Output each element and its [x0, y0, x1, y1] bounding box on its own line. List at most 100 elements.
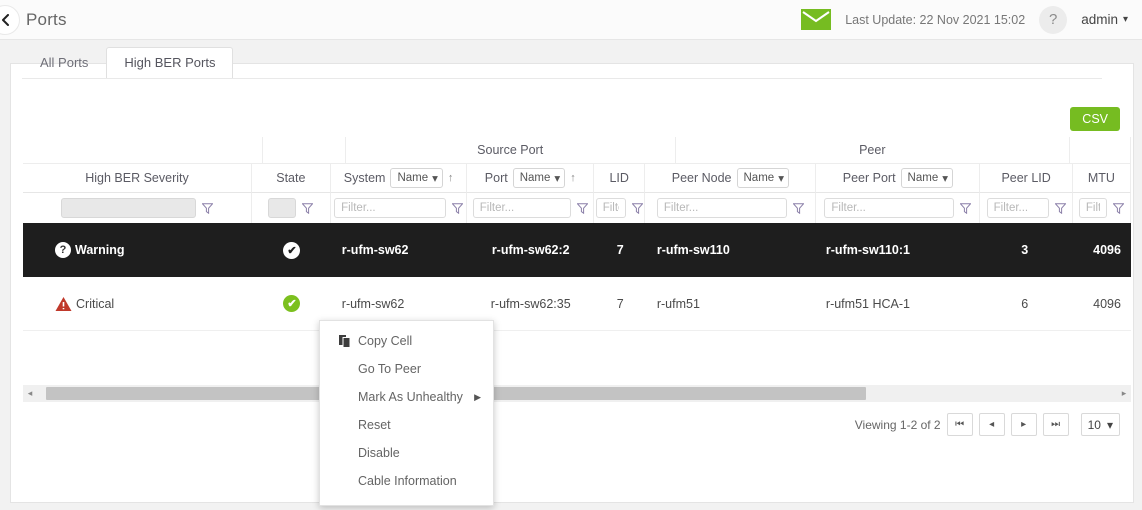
- filter-funnel-icon[interactable]: [202, 203, 213, 214]
- column-header-mtu[interactable]: MTU: [1073, 164, 1131, 193]
- page-size-select[interactable]: 10 ▾: [1081, 413, 1120, 436]
- next-page-button[interactable]: ▸: [1011, 413, 1037, 436]
- scroll-left-arrow-icon[interactable]: ◂: [23, 388, 37, 399]
- cell-peer-node[interactable]: r-ufm-sw110: [647, 223, 816, 277]
- scrollbar-track[interactable]: [37, 387, 1117, 400]
- severity-label: Warning: [75, 243, 125, 257]
- context-menu-item-disable[interactable]: Disable: [320, 439, 493, 467]
- cell-peer-port[interactable]: r-ufm-sw110:1: [816, 223, 978, 277]
- filter-input-peer-node[interactable]: [657, 198, 787, 218]
- column-header-peer-port[interactable]: Peer Port Name▾: [816, 164, 980, 193]
- group-header-cell: [1070, 137, 1131, 164]
- warning-triangle-icon: [55, 296, 72, 312]
- filter-funnel-icon[interactable]: [632, 203, 643, 214]
- filter-funnel-icon[interactable]: [960, 203, 971, 214]
- filter-input-peer-lid[interactable]: [987, 198, 1049, 218]
- column-header-peer-node[interactable]: Peer Node Name▾: [645, 164, 816, 193]
- tab-high-ber-ports[interactable]: High BER Ports: [106, 47, 233, 79]
- cell-high-ber-severity[interactable]: ?Warning: [23, 223, 252, 277]
- horizontal-scrollbar[interactable]: ◂ ▸: [23, 385, 1131, 402]
- cell-mtu[interactable]: 4096: [1071, 223, 1131, 277]
- row-context-menu: Copy Cell Go To PeerMark As Unhealthy▶ Res…: [319, 320, 494, 506]
- context-menu-item-copy-cell[interactable]: Copy Cell: [320, 327, 493, 355]
- context-menu-item-mark-as-unhealthy[interactable]: Mark As Unhealthy▶: [320, 383, 493, 411]
- chevron-down-icon: ▾: [778, 171, 784, 185]
- header-actions: Last Update: 22 Nov 2021 15:02 ? admin ▾: [801, 6, 1142, 34]
- filter-funnel-icon[interactable]: [577, 203, 588, 214]
- filter-funnel-icon[interactable]: [1113, 203, 1124, 214]
- cell-peer-node[interactable]: r-ufm51: [647, 277, 816, 331]
- column-header-label: Peer Node: [672, 171, 732, 185]
- envelope-icon[interactable]: [801, 9, 831, 30]
- column-header-lid[interactable]: LID: [594, 164, 645, 193]
- page-size-value: 10: [1088, 418, 1101, 432]
- column-mode-select[interactable]: Name▾: [390, 168, 442, 188]
- sort-ascending-icon[interactable]: ↑: [448, 172, 454, 184]
- tab-all-ports[interactable]: All Ports: [22, 47, 106, 79]
- sidebar-collapse-button[interactable]: [0, 5, 20, 35]
- column-mode-select[interactable]: Name▾: [737, 168, 789, 188]
- column-header-peer-lid[interactable]: Peer LID: [980, 164, 1072, 193]
- severity-badge: ?Warning: [55, 242, 125, 258]
- first-page-button[interactable]: ⏮: [947, 413, 973, 436]
- cell-mtu[interactable]: 4096: [1071, 277, 1131, 331]
- filter-funnel-icon[interactable]: [793, 203, 804, 214]
- cell-high-ber-severity[interactable]: Critical: [23, 277, 252, 331]
- column-mode-select[interactable]: Name▾: [901, 168, 953, 188]
- cell-lid[interactable]: 7: [594, 277, 647, 331]
- cell-value: r-ufm-sw62:35: [491, 297, 571, 311]
- filter-input-port[interactable]: [473, 198, 571, 218]
- column-header-high-ber-severity[interactable]: High BER Severity: [23, 164, 252, 193]
- filter-cell: [594, 193, 645, 223]
- table-column-header-row: High BER SeverityStateSystemName▾↑PortNa…: [23, 164, 1131, 193]
- cell-value: r-ufm-sw110:1: [826, 243, 910, 257]
- column-header-label: Peer Port: [843, 171, 896, 185]
- cell-peer-port[interactable]: r-ufm51 HCA-1: [816, 277, 978, 331]
- cell-port[interactable]: r-ufm-sw62:2: [468, 223, 594, 277]
- column-mode-select[interactable]: Name▾: [513, 168, 565, 188]
- scroll-right-arrow-icon[interactable]: ▸: [1117, 388, 1131, 399]
- help-icon[interactable]: ?: [1039, 6, 1067, 34]
- context-menu-item-go-to-peer[interactable]: Go To Peer: [320, 355, 493, 383]
- filter-input-mtu[interactable]: [1079, 198, 1107, 218]
- table-row[interactable]: ?Warning ✔r-ufm-sw62r-ufm-sw62:2 7 r-ufm-sw…: [23, 223, 1131, 277]
- csv-export-button[interactable]: CSV: [1070, 107, 1120, 131]
- submenu-arrow-icon: ▶: [474, 392, 481, 403]
- filter-input-system[interactable]: [334, 198, 446, 218]
- cell-lid[interactable]: 7: [594, 223, 647, 277]
- filter-funnel-icon[interactable]: [302, 203, 313, 214]
- column-header-label: Port: [485, 171, 508, 185]
- filter-input-state[interactable]: [268, 198, 296, 218]
- filter-input-high-ber-severity[interactable]: [61, 198, 196, 218]
- severity-label: Critical: [76, 297, 114, 311]
- context-menu-item-label: Reset: [358, 418, 391, 432]
- filter-cell: [980, 193, 1072, 223]
- chevron-left-icon: [1, 14, 10, 26]
- column-header-system[interactable]: System Name▾ ↑: [331, 164, 468, 193]
- filter-input-peer-port[interactable]: [824, 198, 954, 218]
- cell-value: r-ufm51: [657, 297, 700, 311]
- previous-page-button[interactable]: ◂: [979, 413, 1005, 436]
- filter-funnel-icon[interactable]: [1055, 203, 1066, 214]
- copy-icon: [339, 335, 352, 348]
- cell-peer-lid[interactable]: 3: [978, 223, 1071, 277]
- column-header-label: High BER Severity: [85, 171, 189, 185]
- column-mode-value: Name: [744, 172, 775, 184]
- cell-state[interactable]: ✔: [252, 223, 332, 277]
- table-row[interactable]: Critical✔r-ufm-sw62r-ufm-sw62:357r-ufm51…: [23, 277, 1131, 331]
- column-mode-value: Name: [520, 172, 551, 184]
- filter-input-lid[interactable]: [596, 198, 626, 218]
- last-page-button[interactable]: ⏭: [1043, 413, 1069, 436]
- cell-system[interactable]: r-ufm-sw62: [332, 223, 468, 277]
- user-menu[interactable]: admin ▾: [1081, 12, 1128, 27]
- filter-funnel-icon[interactable]: [452, 203, 463, 214]
- column-header-label: System: [344, 171, 386, 185]
- context-menu-item-label: Copy Cell: [358, 334, 412, 348]
- cell-value: 7: [617, 243, 624, 257]
- cell-peer-lid[interactable]: 6: [978, 277, 1071, 331]
- sort-ascending-icon[interactable]: ↑: [570, 172, 576, 184]
- context-menu-item-reset[interactable]: Reset: [320, 411, 493, 439]
- context-menu-item-cable-information[interactable]: Cable Information: [320, 467, 493, 495]
- column-header-state[interactable]: State: [252, 164, 331, 193]
- column-header-port[interactable]: Port Name▾ ↑: [467, 164, 594, 193]
